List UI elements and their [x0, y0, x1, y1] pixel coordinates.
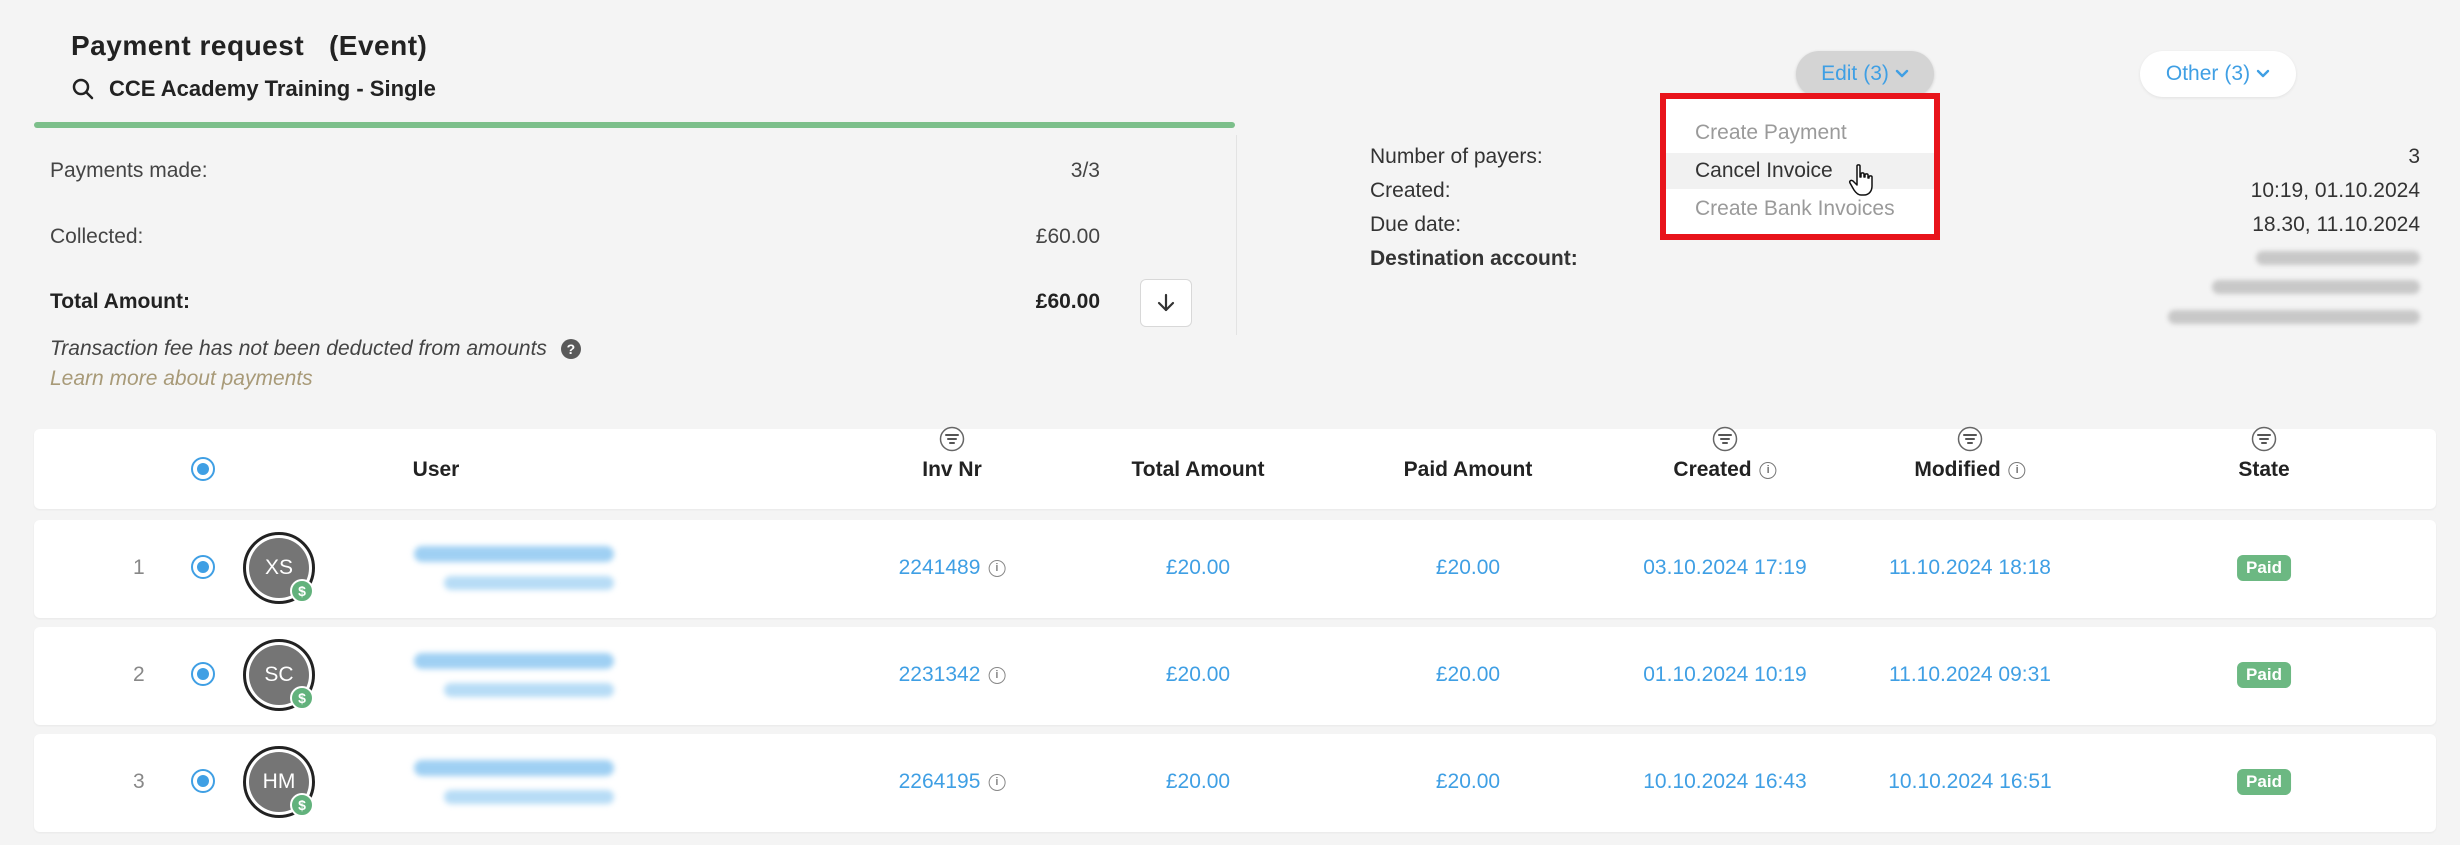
column-header-state[interactable]: State	[2238, 458, 2289, 482]
menu-item-create-payment[interactable]: Create Payment	[1666, 115, 1934, 151]
info-icon[interactable]: i	[988, 773, 1006, 791]
arrow-down-icon	[1157, 293, 1175, 312]
info-icon[interactable]: i	[2008, 461, 2026, 479]
column-header-created[interactable]: Created i	[1673, 458, 1777, 482]
collected-value: £60.00	[1035, 225, 1100, 248]
row-select-radio[interactable]	[191, 769, 215, 793]
select-all-radio[interactable]	[191, 457, 215, 481]
fee-note: Transaction fee has not been deducted fr…	[50, 337, 581, 361]
due-date-value: 18.30, 11.10.2024	[2252, 213, 2420, 236]
column-header-paid-amount[interactable]: Paid Amount	[1404, 458, 1533, 482]
question-circle-icon[interactable]: ?	[560, 339, 581, 359]
table-row[interactable]	[34, 520, 2436, 618]
avatar[interactable]: XS $	[243, 532, 315, 604]
table-row[interactable]	[34, 734, 2436, 832]
payments-made-label: Payments made:	[50, 159, 208, 182]
dollar-coin-icon: $	[290, 793, 314, 817]
created-label: Created:	[1370, 179, 1451, 202]
edit-button-label: Edit	[1821, 62, 1858, 85]
avatar[interactable]: SC $	[243, 639, 315, 711]
total-amount-label: Total Amount:	[50, 290, 190, 313]
page-title: Payment request (Event)	[71, 30, 428, 61]
info-icon[interactable]: i	[1759, 461, 1777, 479]
filter-icon[interactable]	[939, 426, 965, 452]
menu-item-cancel-invoice[interactable]: Cancel Invoice	[1666, 153, 1934, 189]
search-icon	[72, 78, 94, 100]
fee-note-text: Transaction fee has not been deducted fr…	[50, 337, 547, 360]
status-badge: Paid	[2237, 769, 2291, 795]
dollar-coin-icon: $	[290, 579, 314, 603]
row-select-radio[interactable]	[191, 662, 215, 686]
user-name-redacted[interactable]	[414, 546, 614, 590]
total-amount-value: £60.00	[1035, 290, 1100, 313]
edit-dropdown-menu: Create Payment Cancel Invoice Create Ban…	[1660, 93, 1940, 240]
info-icon[interactable]: i	[988, 666, 1006, 684]
modified-cell: 11.10.2024 18:18	[1889, 556, 2051, 579]
paid-amount-cell: £20.00	[1435, 770, 1501, 793]
edit-button-count: (3)	[1863, 62, 1889, 85]
destination-account-redacted	[2168, 310, 2420, 324]
total-amount-cell: £20.00	[1165, 556, 1231, 579]
row-number: 2	[133, 663, 145, 686]
created-cell: 03.10.2024 17:19	[1643, 556, 1807, 579]
modified-cell: 10.10.2024 16:51	[1888, 770, 2052, 793]
user-name-redacted[interactable]	[414, 760, 614, 804]
created-cell: 01.10.2024 10:19	[1643, 663, 1807, 686]
hand-pointer-icon	[1849, 164, 1873, 196]
payers-value: 3	[2408, 145, 2420, 168]
column-header-total-amount[interactable]: Total Amount	[1132, 458, 1265, 482]
section-divider	[1236, 135, 1237, 335]
other-button-label: Other	[2165, 62, 2219, 85]
learn-more-link[interactable]: Learn more about payments	[50, 367, 313, 391]
paid-amount-cell: £20.00	[1435, 663, 1501, 686]
info-icon[interactable]: i	[988, 559, 1006, 577]
destination-account-label: Destination account:	[1370, 247, 1578, 270]
edit-button[interactable]: Edit (3)	[1796, 51, 1934, 97]
row-number: 1	[133, 556, 145, 579]
filter-icon[interactable]	[1712, 426, 1738, 452]
row-number: 3	[133, 770, 145, 793]
filter-icon[interactable]	[2251, 426, 2277, 452]
table-row[interactable]	[34, 627, 2436, 725]
inv-nr-cell[interactable]: 2231342 i	[899, 663, 1006, 687]
created-cell: 10.10.2024 16:43	[1643, 770, 1807, 793]
dollar-coin-icon: $	[290, 686, 314, 710]
status-badge: Paid	[2237, 555, 2291, 581]
modified-cell: 11.10.2024 09:31	[1889, 663, 2051, 686]
column-header-inv-nr[interactable]: Inv Nr	[922, 458, 982, 482]
payment-progress-fill	[34, 122, 1235, 128]
destination-account-redacted	[2212, 280, 2420, 294]
chevron-down-icon	[1895, 69, 1909, 78]
other-button-count: (3)	[2224, 62, 2251, 85]
status-badge: Paid	[2237, 662, 2291, 688]
destination-account-redacted	[2256, 251, 2420, 265]
total-amount-cell: £20.00	[1165, 663, 1231, 686]
column-header-user[interactable]: User	[413, 458, 460, 482]
payments-made-value: 3/3	[1070, 159, 1100, 182]
menu-item-create-bank-invoices[interactable]: Create Bank Invoices	[1666, 191, 1934, 227]
inv-nr-cell[interactable]: 2264195 i	[899, 770, 1006, 794]
payers-label: Number of payers:	[1370, 145, 1543, 168]
inv-nr-cell[interactable]: 2241489 i	[899, 556, 1006, 580]
avatar[interactable]: HM $	[243, 746, 315, 818]
due-date-label: Due date:	[1370, 213, 1462, 236]
paid-amount-cell: £20.00	[1435, 556, 1501, 579]
download-button[interactable]	[1140, 279, 1192, 327]
filter-icon[interactable]	[1957, 426, 1983, 452]
event-name: CCE Academy Training - Single	[109, 76, 436, 101]
payment-progress-bar	[34, 122, 1235, 128]
total-amount-cell: £20.00	[1165, 770, 1231, 793]
row-select-radio[interactable]	[191, 555, 215, 579]
user-name-redacted[interactable]	[414, 653, 614, 697]
event-row: CCE Academy Training - Single	[71, 76, 436, 102]
collected-label: Collected:	[50, 225, 144, 248]
chevron-down-icon	[2256, 69, 2270, 78]
column-header-modified[interactable]: Modified i	[1914, 458, 2026, 482]
created-value: 10:19, 01.10.2024	[2250, 179, 2420, 202]
other-button[interactable]: Other (3)	[2140, 51, 2296, 97]
